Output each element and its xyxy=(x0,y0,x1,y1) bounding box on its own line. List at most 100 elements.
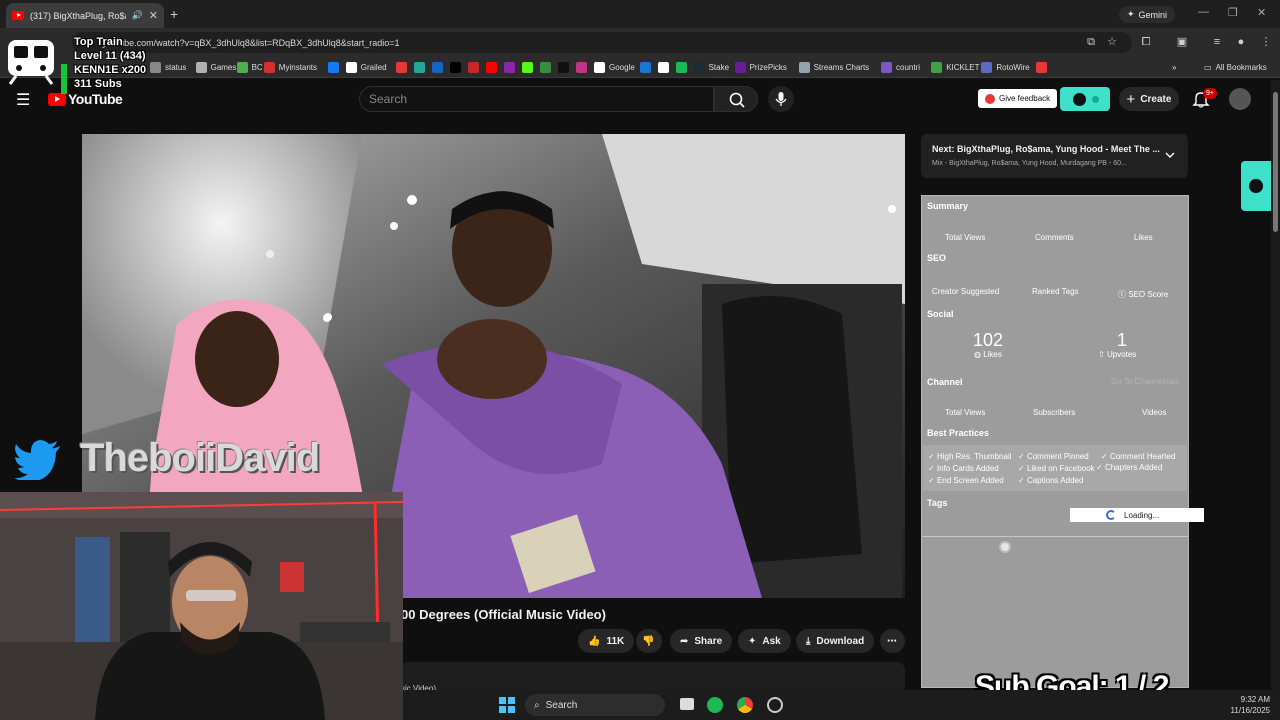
media-controls-icon[interactable]: ≡ xyxy=(1210,35,1224,49)
bookmark-item[interactable]: Streams Charts xyxy=(798,60,869,74)
bookmark-favicon-icon xyxy=(432,61,443,73)
share-arrow-icon: ➦ xyxy=(680,635,689,647)
go-to-channel-link[interactable]: Go To Channelmax xyxy=(1111,377,1179,386)
chrome-taskbar-icon[interactable] xyxy=(737,697,753,713)
bookmark-item[interactable]: RotoWire xyxy=(981,60,1030,74)
bookmark-item[interactable]: countri xyxy=(881,60,920,74)
like-button[interactable]: 👍 11K xyxy=(578,629,634,653)
bookmark-label: Games xyxy=(210,62,237,72)
social-likes-value: 102 xyxy=(973,330,1004,350)
page-scrollbar[interactable] xyxy=(1271,80,1280,690)
minimize-window-icon[interactable]: — xyxy=(1198,6,1209,18)
youtube-logo[interactable]: YouTube xyxy=(48,91,123,107)
bookmark-item[interactable]: BC xyxy=(236,60,263,74)
search-input[interactable]: Search xyxy=(359,86,714,112)
bookmark-item[interactable]: Myinstants xyxy=(263,60,317,74)
bookmark-item[interactable]: PrizePicks xyxy=(734,60,787,74)
spotify-taskbar-icon[interactable] xyxy=(707,697,723,713)
side-panel-icon[interactable]: ▣ xyxy=(1175,35,1189,49)
practice-label: Info Cards Added xyxy=(936,464,999,473)
address-url: youtube.com/watch?v=qBX_3dhUlq8&list=RDq… xyxy=(102,37,400,48)
bookmarks-overflow-button[interactable]: » xyxy=(1172,60,1176,74)
bookmark-favicon-icon xyxy=(263,61,275,73)
close-window-icon[interactable]: ✕ xyxy=(1257,6,1266,19)
give-feedback-button[interactable]: Give feedback xyxy=(978,89,1058,108)
restore-window-icon[interactable]: ❐ xyxy=(1228,6,1238,19)
bookmark-item[interactable] xyxy=(450,60,461,74)
dislike-button[interactable]: 👎 xyxy=(636,629,662,653)
extensions-icon[interactable]: ⧠ xyxy=(1139,35,1153,49)
bookmark-item[interactable] xyxy=(486,60,497,74)
new-tab-button[interactable]: + xyxy=(170,6,178,22)
scrollbar-thumb[interactable] xyxy=(1273,92,1278,232)
more-actions-button[interactable]: ⋯ xyxy=(880,629,905,653)
bookmark-item[interactable] xyxy=(558,60,569,74)
browser-tab-youtube[interactable]: (317) BigXthaPlug, Ro$ama, 🔊 ✕ xyxy=(6,3,164,28)
train-progress-bar xyxy=(61,64,67,94)
share-button[interactable]: ➦ Share xyxy=(670,629,733,653)
bookmark-item[interactable] xyxy=(414,60,425,74)
windows-start-icon[interactable] xyxy=(499,697,515,713)
create-button[interactable]: + Create xyxy=(1119,87,1179,111)
bookmark-item[interactable] xyxy=(675,60,687,74)
bookmark-item[interactable]: Grailed xyxy=(345,60,387,74)
bookmark-item[interactable] xyxy=(639,60,651,74)
task-view-icon[interactable] xyxy=(680,698,694,710)
tubebuddy-small-icon: ⓣ xyxy=(1118,290,1129,299)
bookmark-item[interactable] xyxy=(396,60,407,74)
bookmark-item[interactable] xyxy=(522,60,533,74)
system-clock[interactable]: 9:32 AM 11/16/2025 xyxy=(1231,694,1270,716)
all-bookmarks-button[interactable]: ▭ All Bookmarks xyxy=(1204,60,1267,74)
chevron-down-icon[interactable] xyxy=(1164,150,1176,160)
bookmark-item[interactable] xyxy=(504,60,515,74)
obs-taskbar-icon[interactable] xyxy=(767,697,783,713)
address-bar[interactable]: ⚙ youtube.com/watch?v=qBX_3dhUlq8&list=R… xyxy=(72,32,1132,53)
bookmark-item[interactable]: Games xyxy=(195,60,237,74)
seo-score[interactable]: ⓣ SEO Score xyxy=(1118,289,1168,300)
voice-search-button[interactable] xyxy=(768,86,794,112)
video-description[interactable]: sic Video) xyxy=(401,662,905,693)
ask-button[interactable]: ✦ Ask xyxy=(738,629,791,653)
tubebuddy-toolbar-button[interactable] xyxy=(1060,87,1110,111)
account-avatar[interactable] xyxy=(1229,88,1251,110)
search-button[interactable] xyxy=(714,86,758,112)
up-next-card[interactable]: Next: BigXthaPlug, Ro$ama, Yung Hood - M… xyxy=(921,134,1188,178)
profile-avatar-icon[interactable]: ● xyxy=(1234,35,1248,49)
bookmark-item[interactable]: Stake xyxy=(693,60,729,74)
bookmark-star-icon[interactable]: ☆ xyxy=(1105,35,1119,49)
seo-ranked-tags[interactable]: Ranked Tags xyxy=(1032,287,1079,296)
taskbar-search[interactable]: ⌕ Search xyxy=(525,694,665,716)
bookmark-label: Google xyxy=(609,62,635,72)
bookmark-item[interactable]: status xyxy=(150,60,186,74)
hamburger-menu-icon[interactable]: ☰ xyxy=(16,90,30,110)
video-title: 00 Degrees (Official Music Video) xyxy=(401,607,606,622)
practice-label: Comment Pinned xyxy=(1026,452,1089,461)
download-button[interactable]: ⤓ Download xyxy=(796,629,875,653)
bookmark-item[interactable]: Google xyxy=(594,60,635,74)
bookmark-favicon-icon xyxy=(798,61,810,73)
gemini-label: Gemini xyxy=(1138,9,1168,20)
bookmark-item[interactable] xyxy=(657,60,669,74)
gemini-button[interactable]: ✦ Gemini xyxy=(1119,6,1176,23)
search-icon xyxy=(729,92,745,108)
up-next-title: Next: BigXthaPlug, Ro$ama, Yung Hood - M… xyxy=(932,144,1160,154)
bookmark-item[interactable] xyxy=(468,60,479,74)
bookmark-favicon-icon xyxy=(150,61,161,73)
browser-menu-icon[interactable]: ⋮ xyxy=(1259,35,1273,49)
bookmark-item[interactable] xyxy=(432,60,443,74)
install-app-icon[interactable]: ⧉ xyxy=(1084,35,1098,49)
bookmark-item[interactable] xyxy=(576,60,587,74)
best-practices-heading: Best Practices xyxy=(927,428,990,438)
thumbs-down-icon: 👎 xyxy=(642,635,655,647)
bookmark-favicon-icon xyxy=(675,61,687,73)
close-tab-icon[interactable]: ✕ xyxy=(149,9,158,22)
bookmark-item[interactable] xyxy=(327,60,339,74)
bookmark-item[interactable] xyxy=(1036,60,1048,74)
tubebuddy-side-tab[interactable] xyxy=(1241,161,1271,211)
seo-creator-suggested[interactable]: Creator Suggested xyxy=(932,287,999,296)
bookmark-item[interactable] xyxy=(540,60,551,74)
upvote-small-icon: ⇧ xyxy=(1098,350,1107,359)
gemini-sparkle-icon: ✦ xyxy=(1127,9,1135,19)
bookmark-item[interactable]: KICKLET xyxy=(931,60,980,74)
audio-playing-icon[interactable]: 🔊 xyxy=(132,10,143,21)
